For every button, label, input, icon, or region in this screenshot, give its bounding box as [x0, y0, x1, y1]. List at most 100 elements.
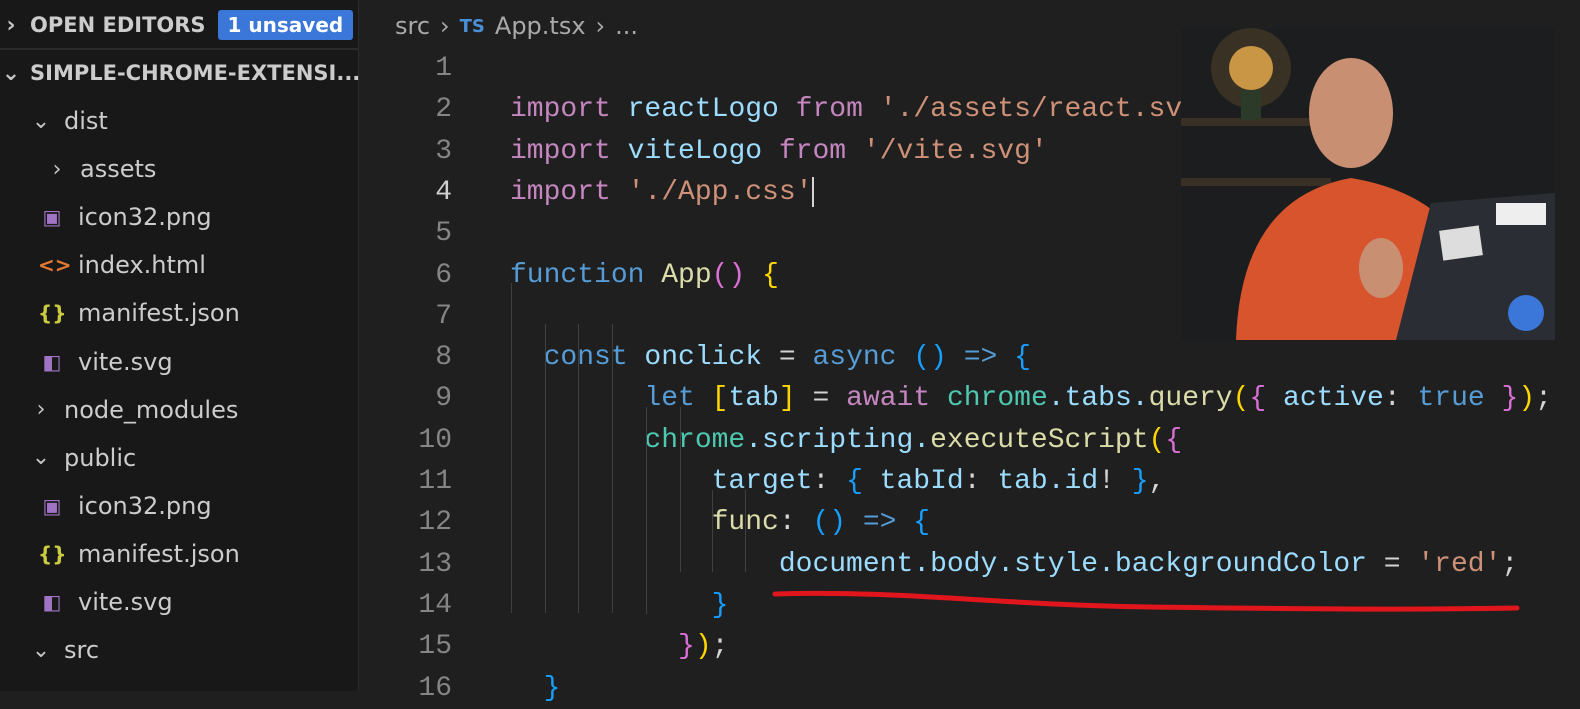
code-token: viteLogo	[610, 135, 779, 167]
project-label: SIMPLE-CHROME-EXTENSI...	[30, 61, 361, 85]
chevron-down-icon: ⌄	[31, 108, 51, 134]
code-token: {	[1249, 383, 1267, 415]
code-token: onclick	[627, 342, 779, 374]
code-line: 12 func: () => {	[360, 502, 1580, 543]
divider	[0, 48, 358, 50]
tree-item[interactable]: ▣ icon32.png	[38, 195, 212, 239]
webcam-overlay	[1181, 28, 1555, 340]
tree-item[interactable]: ◧ vite.svg	[38, 580, 173, 624]
svg-icon: ◧	[42, 349, 62, 374]
indent-guide	[712, 489, 713, 573]
line-number: 2	[435, 94, 452, 126]
code-line: 16 }	[360, 668, 1580, 709]
tree-item[interactable]: ▣ icon32.png	[38, 484, 212, 528]
tree-item-label: public	[64, 443, 137, 472]
code-token: [	[711, 383, 729, 415]
code-text: import reactLogo from './assets/react.sv…	[510, 89, 1216, 130]
code-line: 11 target: { tabId: tab.id! },	[360, 461, 1580, 502]
code-token: {	[913, 507, 931, 539]
code-token: }	[510, 631, 695, 663]
code-token: async	[812, 342, 897, 374]
code-token: from	[778, 135, 847, 167]
code-token: target	[510, 466, 813, 497]
tree-item[interactable]: ⌄ public	[30, 436, 136, 480]
typescript-icon: TS	[459, 15, 485, 37]
code-token: function	[510, 259, 645, 291]
breadcrumb: src › TS App.tsx › ...	[395, 6, 638, 46]
text-cursor	[812, 176, 815, 207]
tree-item[interactable]: {} manifest.json	[38, 291, 240, 335]
chevron-right-icon: ›	[36, 397, 46, 423]
line-number: 7	[435, 300, 452, 332]
code-token: './App.css'	[610, 176, 813, 208]
tree-item[interactable]: › node_modules	[30, 388, 239, 432]
indent-guide	[545, 324, 546, 614]
code-token: .tabs.	[1047, 383, 1149, 415]
tree-item-label: node_modules	[64, 395, 239, 424]
open-editors-header[interactable]: › OPEN EDITORS 1 unsaved	[0, 3, 354, 47]
chevron-down-icon: ⌄	[31, 445, 51, 471]
indent-guide	[745, 489, 746, 573]
code-text: document.body.style.backgroundColor = 'r…	[510, 544, 1518, 585]
chevron-down-icon: ⌄	[31, 637, 51, 663]
project-header[interactable]: ⌄ SIMPLE-CHROME-EXTENSI...	[0, 51, 361, 95]
code-token: }	[1501, 383, 1519, 415]
tree-item-label: vite.svg	[78, 347, 173, 376]
image-icon: ▣	[42, 205, 62, 230]
code-token: tab.id	[997, 466, 1099, 497]
code-text: let [tab] = await chrome.tabs.query({ ac…	[510, 378, 1552, 419]
code-token: }	[1131, 466, 1149, 497]
code-token: (	[1148, 424, 1166, 456]
tree-item-label: assets	[80, 155, 157, 184]
tree-item[interactable]: ⌄ src	[30, 628, 99, 672]
tree-item-label: manifest.json	[78, 539, 240, 568]
code-token: App	[644, 259, 712, 291]
code-line: 10 chrome.scripting.executeScript({	[360, 420, 1580, 461]
code-text: import './App.css'	[510, 172, 815, 213]
code-token: {	[762, 259, 779, 291]
tree-item[interactable]: ◧ vite.svg	[38, 340, 173, 384]
code-token: ()	[812, 507, 847, 539]
json-icon: {}	[38, 301, 67, 326]
code-line: 14 }	[360, 585, 1580, 626]
tree-item-label: src	[64, 636, 100, 665]
tree-item[interactable]: <> index.html	[38, 243, 206, 287]
breadcrumb-file[interactable]: App.tsx	[495, 12, 586, 40]
unsaved-badge: 1 unsaved	[217, 10, 354, 40]
line-number: 13	[418, 548, 452, 580]
chevron-right-icon: ›	[52, 156, 62, 182]
code-token: :	[963, 466, 998, 497]
code-token: )	[694, 631, 712, 663]
code-token: ]	[778, 383, 796, 415]
code-token: func	[510, 507, 779, 539]
line-number: 14	[418, 589, 452, 621]
code-text: }	[510, 668, 561, 709]
code-token: await	[846, 383, 931, 415]
presenter-video-image	[1181, 28, 1555, 340]
code-token: executeScript	[930, 424, 1149, 456]
code-token: import	[510, 176, 611, 208]
indent-guide	[680, 407, 681, 573]
tree-item[interactable]: › assets	[46, 147, 157, 191]
code-token: .body.style.backgroundColor	[913, 548, 1367, 580]
code-token: reactLogo	[610, 94, 796, 126]
indent-guide	[612, 324, 613, 614]
code-token: (	[1232, 383, 1250, 415]
line-number: 11	[418, 466, 452, 497]
code-line: 8 const onclick = async () => {	[360, 337, 1580, 378]
tree-item[interactable]: ⌄ dist	[30, 99, 108, 143]
json-icon: {}	[38, 541, 67, 566]
tree-item[interactable]: {} manifest.json	[38, 532, 240, 576]
code-token: .scripting.	[745, 424, 931, 456]
code-token: }	[510, 589, 729, 621]
breadcrumb-more[interactable]: ...	[615, 12, 638, 40]
code-token: import	[510, 135, 611, 167]
indent-guide	[646, 407, 647, 614]
code-line: 9 let [tab] = await chrome.tabs.query({ …	[360, 378, 1580, 419]
breadcrumb-folder[interactable]: src	[395, 12, 430, 40]
line-number: 6	[435, 259, 452, 291]
